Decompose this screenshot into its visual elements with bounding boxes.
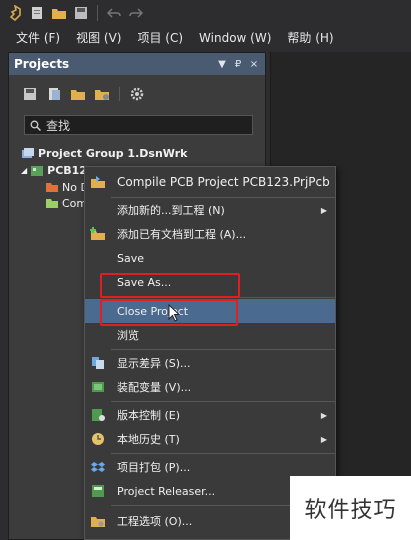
save-icon[interactable]	[72, 4, 90, 22]
options-icon	[90, 513, 106, 529]
redo-icon[interactable]	[127, 4, 145, 22]
menu-label: 项目打包 (P)...	[117, 461, 191, 474]
menu-item-local-history[interactable]: 本地历史 (T) ▶	[85, 427, 335, 451]
menu-item-version-control[interactable]: 版本控制 (E) ▶	[85, 403, 335, 427]
mouse-cursor-icon	[168, 303, 181, 326]
watermark-text: 软件技巧	[290, 476, 411, 540]
menu-label: 添加已有文档到工程 (A)...	[117, 228, 247, 241]
pcb-project-icon	[30, 165, 44, 177]
menu-item-add-existing[interactable]: 添加已有文档到工程 (A)...	[85, 222, 335, 246]
menu-separator	[111, 349, 335, 350]
open-folder-icon[interactable]	[50, 4, 68, 22]
compile-document-icon[interactable]	[45, 85, 63, 103]
folder-icon	[45, 198, 59, 209]
panel-menu-dropdown-icon[interactable]: ▼	[216, 57, 228, 71]
menu-separator	[111, 453, 335, 454]
menu-label: 装配变量 (V)...	[117, 381, 192, 394]
menu-item-browse[interactable]: 浏览	[85, 323, 335, 347]
version-control-icon	[90, 407, 106, 423]
close-project-icon[interactable]	[93, 85, 111, 103]
gear-icon[interactable]	[128, 85, 146, 103]
history-icon	[90, 431, 106, 447]
menu-separator	[111, 401, 335, 402]
tree-item-project-group[interactable]: Project Group 1.DsnWrk	[9, 146, 265, 161]
panel-pin-icon[interactable]: ₽	[232, 57, 244, 71]
search-icon	[30, 116, 42, 135]
menu-label: Project Releaser...	[117, 484, 216, 498]
menu-bar: 文件 (F) 视图 (V) 项目 (C) Window (W) 帮助 (H)	[0, 26, 411, 50]
menu-label: Compile PCB Project PCB123.PrjPcb	[117, 175, 330, 189]
project-group-label: Project Group 1.DsnWrk	[38, 147, 188, 160]
submenu-arrow-icon: ▶	[320, 205, 327, 215]
dropbox-icon	[90, 459, 106, 475]
save-project-icon[interactable]	[21, 85, 39, 103]
menu-item-show-differences[interactable]: 显示差异 (S)...	[85, 351, 335, 375]
search-field-text: 查找	[46, 118, 71, 133]
expand-arrow-icon[interactable]: ◢	[21, 166, 27, 175]
menu-label: Save	[117, 251, 145, 265]
menu-item-close-project[interactable]: Close Project	[85, 299, 335, 323]
menu-help[interactable]: 帮助 (H)	[279, 27, 341, 49]
menu-item-add-new[interactable]: 添加新的...到工程 (N) ▶	[85, 198, 335, 222]
menu-label: 浏览	[117, 329, 139, 342]
menu-label: 显示差异 (S)...	[117, 357, 191, 370]
menu-window[interactable]: Window (W)	[191, 27, 279, 49]
project-options-icon[interactable]	[69, 85, 87, 103]
submenu-arrow-icon: ▶	[320, 434, 327, 444]
panel-toolbar-separator	[119, 87, 120, 101]
menu-label: 本地历史 (T)	[117, 433, 180, 446]
menu-view[interactable]: 视图 (V)	[68, 27, 129, 49]
variant-icon	[90, 379, 106, 395]
search-input[interactable]: 查找	[24, 115, 253, 135]
submenu-arrow-icon: ▶	[320, 410, 327, 420]
add-existing-icon	[90, 226, 106, 242]
menu-item-variants[interactable]: 装配变量 (V)...	[85, 375, 335, 399]
panel-header: Projects ▼ ₽ ×	[9, 53, 265, 75]
compile-icon	[90, 174, 106, 190]
releaser-icon	[90, 483, 106, 499]
menu-item-save[interactable]: Save	[85, 246, 335, 270]
menu-label: 添加新的...到工程 (N)	[117, 204, 225, 217]
project-group-icon	[21, 147, 35, 160]
panel-toolbar	[9, 79, 265, 109]
main-toolbar	[0, 0, 411, 26]
app-logo-icon	[6, 4, 24, 22]
diff-icon	[90, 355, 106, 371]
toolbar-separator	[97, 5, 98, 21]
menu-label: Save As...	[117, 275, 172, 289]
menu-label: 版本控制 (E)	[117, 409, 181, 422]
menu-item-compile[interactable]: Compile PCB Project PCB123.PrjPcb	[85, 170, 335, 194]
menu-item-save-as[interactable]: Save As...	[85, 270, 335, 294]
new-document-icon[interactable]	[28, 4, 46, 22]
menu-label: 工程选项 (O)...	[117, 515, 193, 528]
folder-icon	[45, 182, 59, 193]
panel-close-icon[interactable]: ×	[248, 57, 260, 71]
menu-file[interactable]: 文件 (F)	[8, 27, 68, 49]
menu-project[interactable]: 项目 (C)	[129, 27, 191, 49]
panel-title: Projects	[14, 57, 70, 71]
undo-icon[interactable]	[105, 4, 123, 22]
menu-separator	[111, 297, 335, 298]
